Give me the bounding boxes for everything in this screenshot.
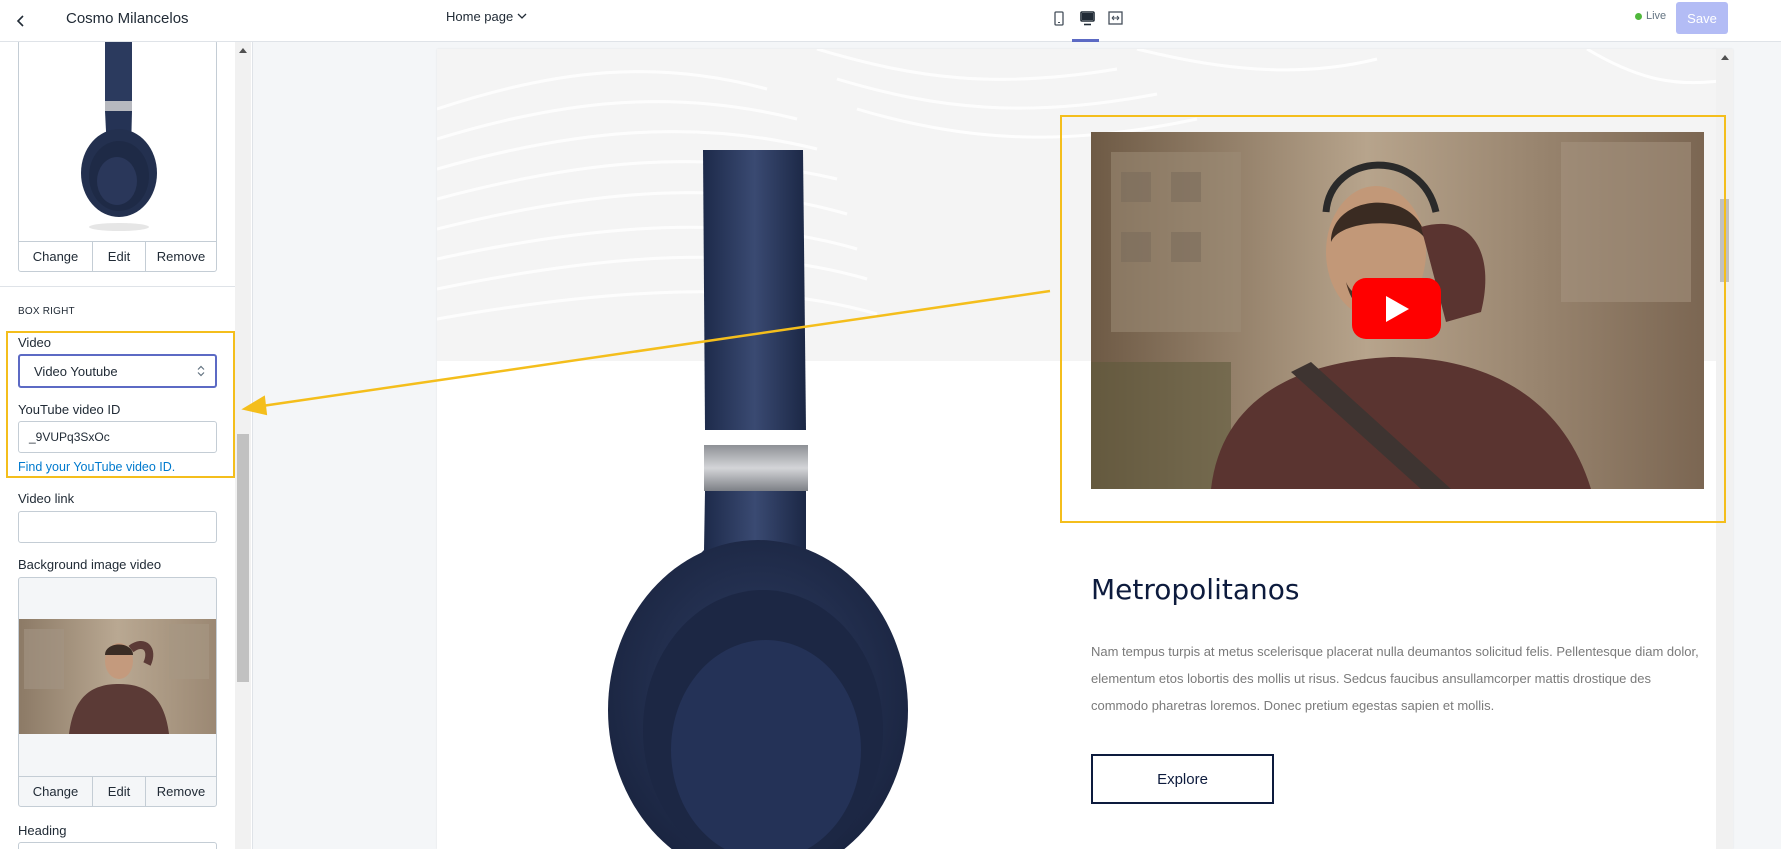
live-status: Live xyxy=(1635,10,1666,22)
section-divider xyxy=(0,286,235,287)
remove-image-button[interactable]: Remove xyxy=(146,242,216,271)
page-selector[interactable]: Home page xyxy=(446,9,527,24)
explore-button[interactable]: Explore xyxy=(1091,754,1274,804)
video-link-input[interactable] xyxy=(18,511,217,543)
heading-label: Heading xyxy=(18,823,67,838)
preview-scroll-up-icon[interactable] xyxy=(1721,55,1729,60)
chevron-down-icon xyxy=(517,13,527,19)
page-selector-value: Home page xyxy=(446,9,514,24)
mobile-icon xyxy=(1054,10,1064,26)
edit-image-button[interactable]: Edit xyxy=(93,242,146,271)
section-title-box-right: BOX RIGHT xyxy=(18,306,75,317)
device-toggle-group xyxy=(1050,7,1124,29)
annotation-highlight-video xyxy=(1060,115,1726,523)
remove-background-button[interactable]: Remove xyxy=(146,777,216,806)
annotation-highlight-settings xyxy=(6,331,235,478)
live-dot-icon xyxy=(1635,12,1642,20)
headphone-product-image xyxy=(608,150,908,849)
desktop-icon xyxy=(1079,10,1095,25)
image-actions-top: Change Edit Remove xyxy=(19,241,216,271)
editor-topbar: Home page Live Save xyxy=(253,0,1781,42)
scroll-up-arrow-icon[interactable] xyxy=(239,48,247,53)
desktop-view-button[interactable] xyxy=(1078,7,1096,29)
product-description: Nam tempus turpis at metus scelerisque p… xyxy=(1091,644,1699,713)
image-picker-top: Change Edit Remove xyxy=(18,42,217,272)
active-device-indicator xyxy=(1072,39,1099,42)
edit-background-button[interactable]: Edit xyxy=(93,777,146,806)
settings-sidebar: Cosmo Milancelos Change Edit Remove BOX … xyxy=(0,0,253,849)
fullscreen-icon xyxy=(1107,11,1123,25)
headphone-thumbnail xyxy=(81,42,157,231)
save-button[interactable]: Save xyxy=(1676,2,1728,34)
sidebar-header: Cosmo Milancelos xyxy=(0,0,253,42)
man-with-headphones-thumbnail xyxy=(19,619,216,734)
background-image-video-label: Background image video xyxy=(18,557,162,572)
fullscreen-view-button[interactable] xyxy=(1106,7,1124,29)
live-status-text: Live xyxy=(1646,10,1667,22)
back-button[interactable] xyxy=(10,10,32,32)
mobile-view-button[interactable] xyxy=(1050,7,1068,29)
image-picker-background: Change Edit Remove xyxy=(18,577,217,807)
shop-name: Cosmo Milancelos xyxy=(66,10,189,27)
heading-input[interactable] xyxy=(18,842,217,849)
chevron-left-icon xyxy=(16,15,24,27)
sidebar-scrollbar[interactable] xyxy=(235,42,251,849)
image-actions-background: Change Edit Remove xyxy=(19,776,216,806)
product-heading: Metropolitanos xyxy=(1091,573,1300,606)
video-link-label: Video link xyxy=(18,491,75,506)
change-background-button[interactable]: Change xyxy=(19,777,93,806)
sidebar-scrollbar-thumb[interactable] xyxy=(237,434,249,682)
change-image-button[interactable]: Change xyxy=(19,242,93,271)
